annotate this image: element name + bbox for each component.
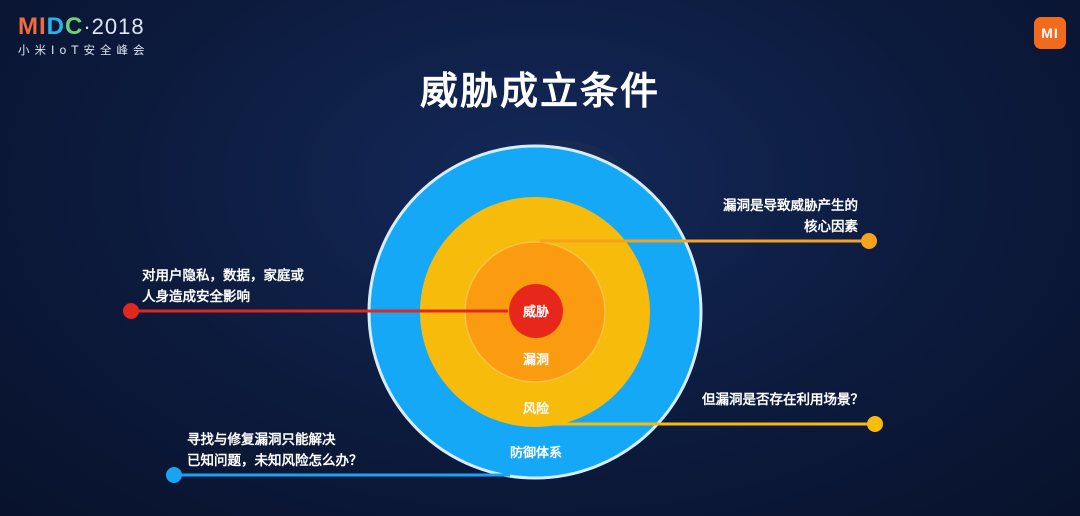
vulnerability-note: 漏洞是导致威胁产生的 核心因素 — [722, 196, 858, 238]
core-label: 威胁 — [523, 304, 549, 320]
defense-label: 防御体系 — [510, 445, 562, 461]
defense-note-line2: 已知问题，未知风险怎么办？ — [187, 453, 363, 469]
defense-note: 寻找与修复漏洞只能解决 已知问题，未知风险怎么办？ — [187, 430, 363, 472]
risk-note: 但漏洞是否存在利用场景？ — [702, 392, 864, 408]
threat-dot — [123, 303, 139, 319]
threat-note-line2: 人身造成安全影响 — [142, 289, 250, 305]
threat-note: 对用户隐私，数据，家庭或 人身造成安全影响 — [142, 266, 304, 308]
vulnerability-note-line2: 核心因素 — [804, 219, 858, 235]
vulnerability-note-line1: 漏洞是导致威胁产生的 — [723, 198, 858, 214]
risk-dot — [867, 416, 883, 432]
risk-label: 风险 — [523, 401, 550, 417]
defense-note-line1: 寻找与修复漏洞只能解决 — [187, 432, 336, 448]
threat-diagram: 威胁 漏洞 风险 防御体系 — [123, 140, 883, 483]
defense-dot — [166, 467, 182, 483]
threat-note-line1: 对用户隐私，数据，家庭或 — [142, 268, 304, 284]
vulnerability-label: 漏洞 — [523, 352, 549, 368]
vulnerability-dot — [861, 233, 877, 249]
